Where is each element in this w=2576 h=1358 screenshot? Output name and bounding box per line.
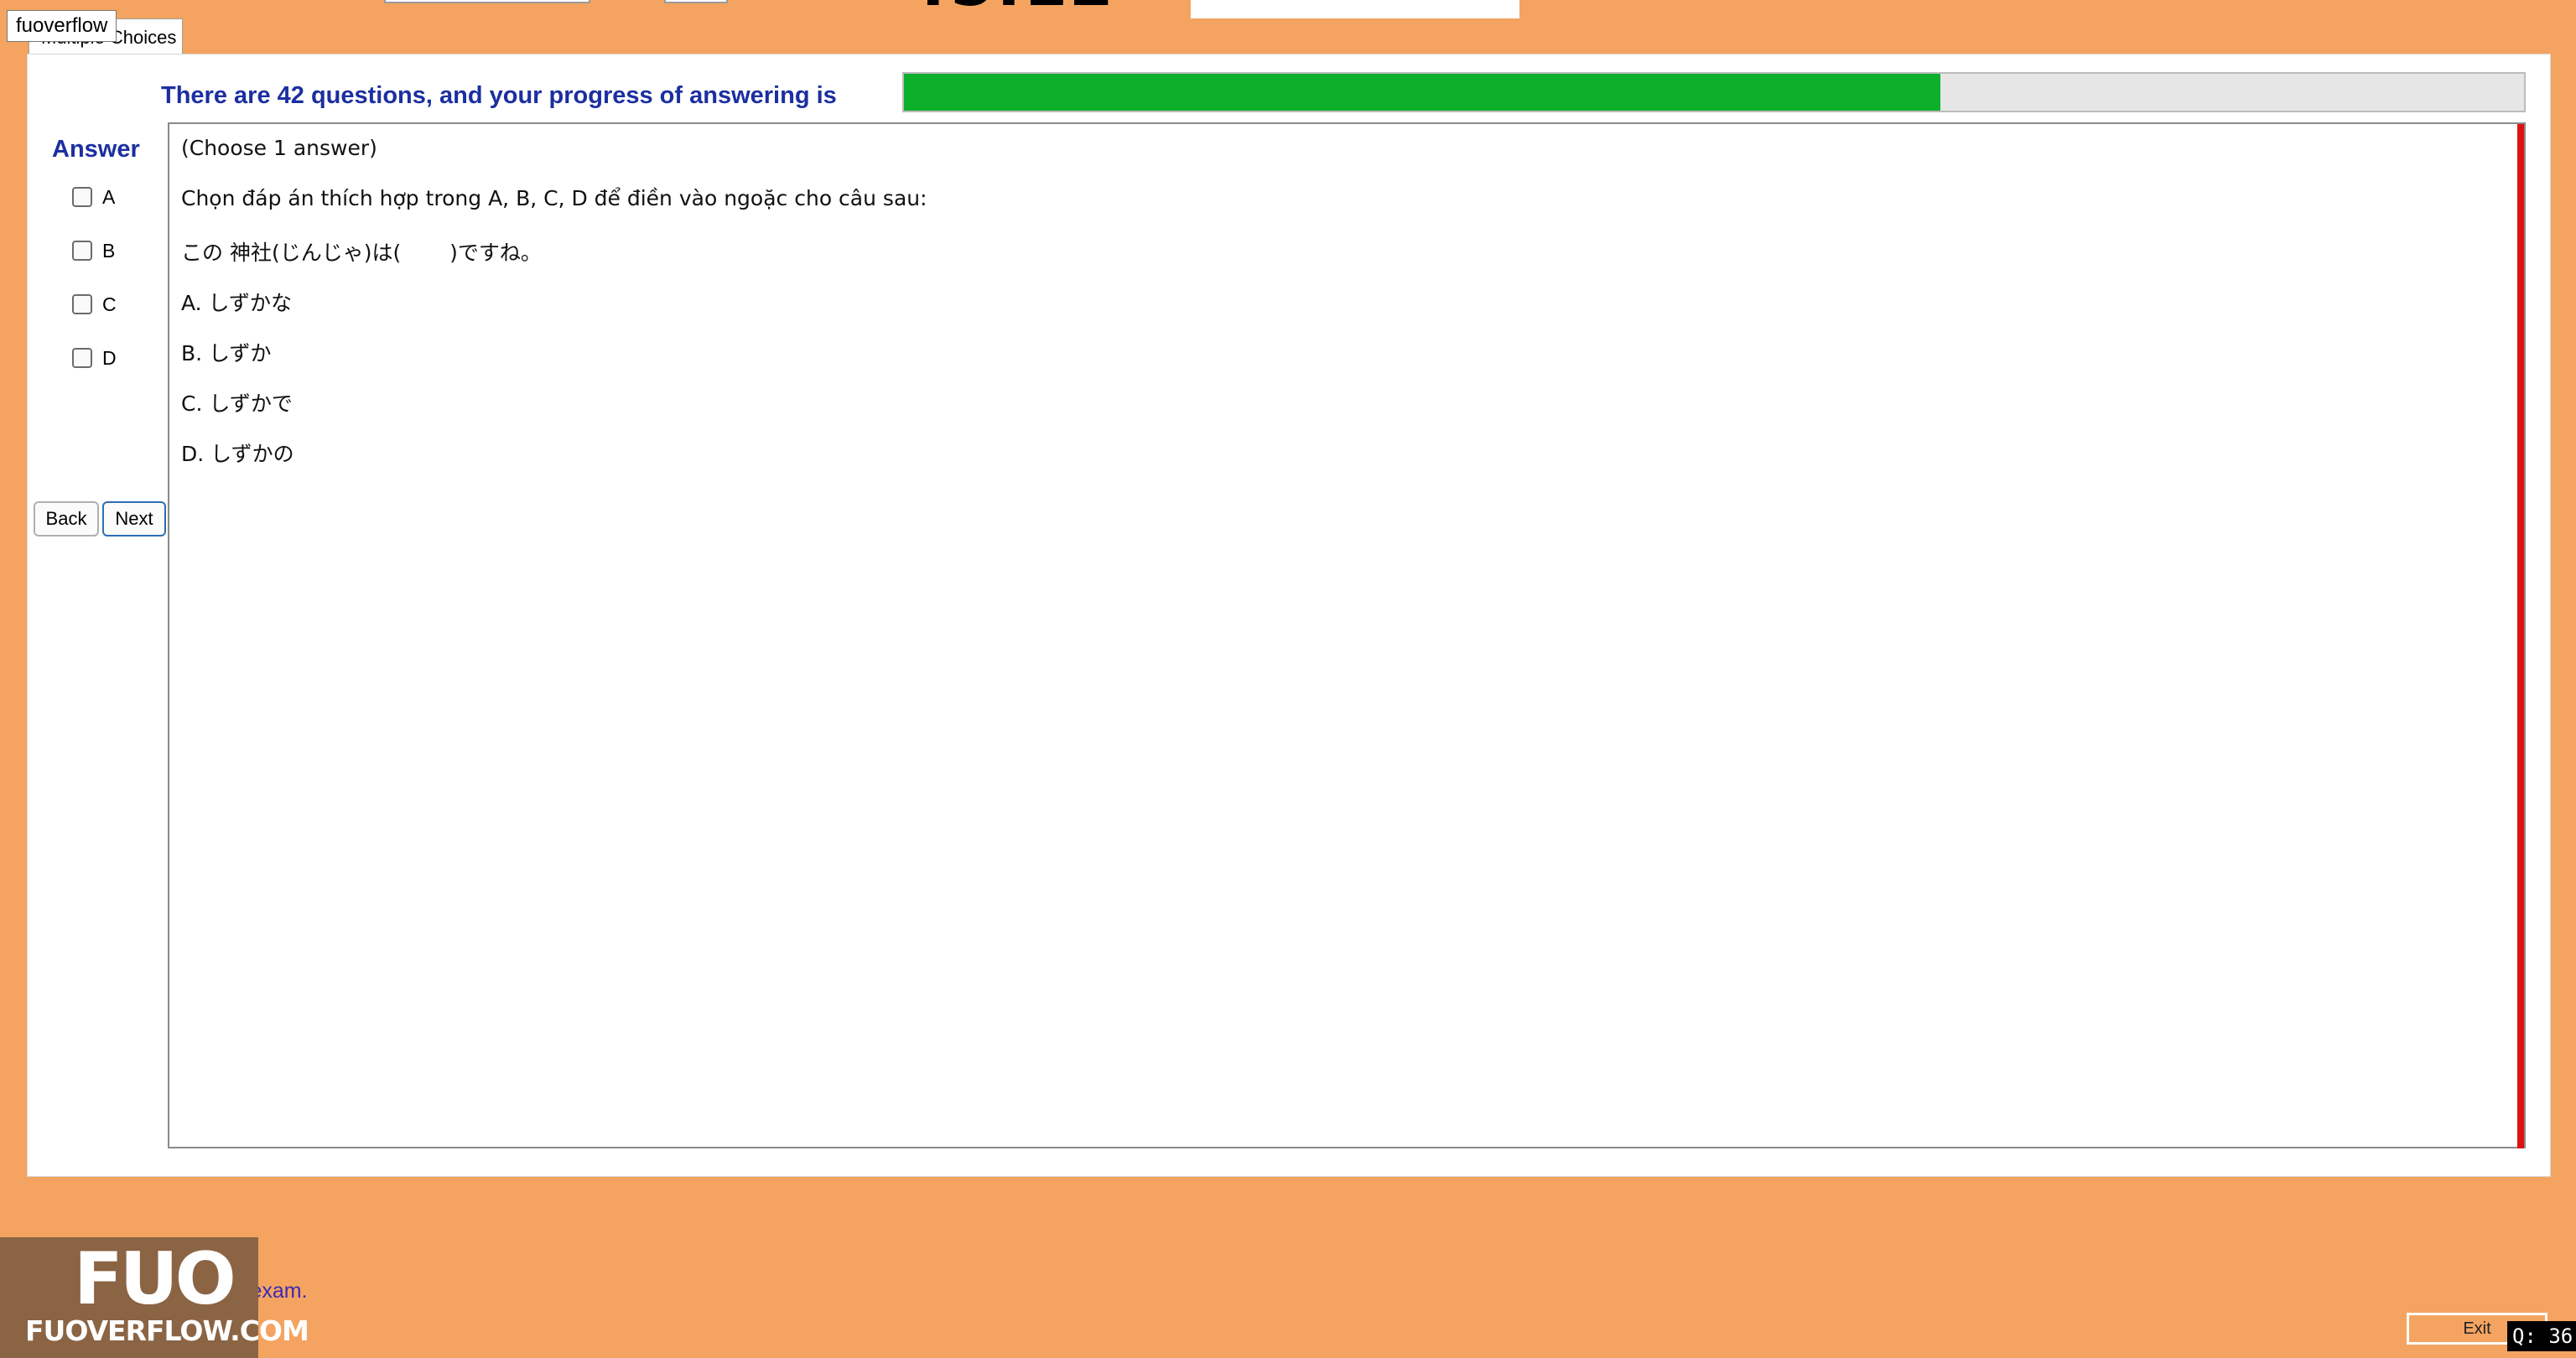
question-box (168, 122, 2526, 1148)
watermark-label: fuoverflow (7, 10, 117, 42)
question-choice-a: A. しずかな (181, 291, 293, 315)
question-instruction: (Choose 1 answer) (181, 136, 377, 160)
question-choice-d: D. しずかの (181, 442, 294, 466)
question-prompt: Chọn đáp án thích hợp trong A, B, C, D đ… (181, 186, 927, 210)
progress-bar (902, 72, 2526, 112)
checkbox[interactable] (72, 241, 92, 261)
logo-site-name: FUOVERFLOW.COM (25, 1314, 309, 1347)
answer-option-label: A (102, 185, 116, 208)
answer-option-a[interactable]: A (72, 184, 115, 210)
answer-option-c[interactable]: C (72, 292, 117, 317)
top-check-box[interactable] (664, 0, 728, 3)
checkbox[interactable] (72, 187, 92, 207)
answer-option-label: C (102, 293, 117, 315)
back-button[interactable]: Back (34, 501, 99, 536)
top-input-field[interactable] (1191, 0, 1519, 18)
question-scroll-marker[interactable] (2517, 124, 2524, 1148)
answer-option-d[interactable]: D (72, 345, 117, 371)
progress-text: There are 42 questions, and your progres… (161, 82, 837, 109)
checkbox[interactable] (72, 348, 92, 368)
answer-title: Answer (52, 136, 140, 163)
progress-bar-fill (904, 74, 1941, 111)
answer-option-label: B (102, 239, 116, 262)
answer-option-b[interactable]: B (72, 238, 115, 263)
next-button[interactable]: Next (102, 501, 166, 536)
logo-mark: FUO (74, 1237, 236, 1321)
question-sentence: この 神社(じんじゃ)は( )ですね。 (181, 241, 542, 265)
question-choice-b: B. しずか (181, 341, 272, 365)
top-combo-box[interactable] (384, 0, 590, 3)
exam-timer: 45:12 (904, 0, 1115, 17)
question-choice-c: C. しずかで (181, 391, 293, 416)
question-counter: Q: 36 (2507, 1321, 2576, 1351)
checkbox[interactable] (72, 294, 92, 314)
answer-option-label: D (102, 346, 117, 369)
